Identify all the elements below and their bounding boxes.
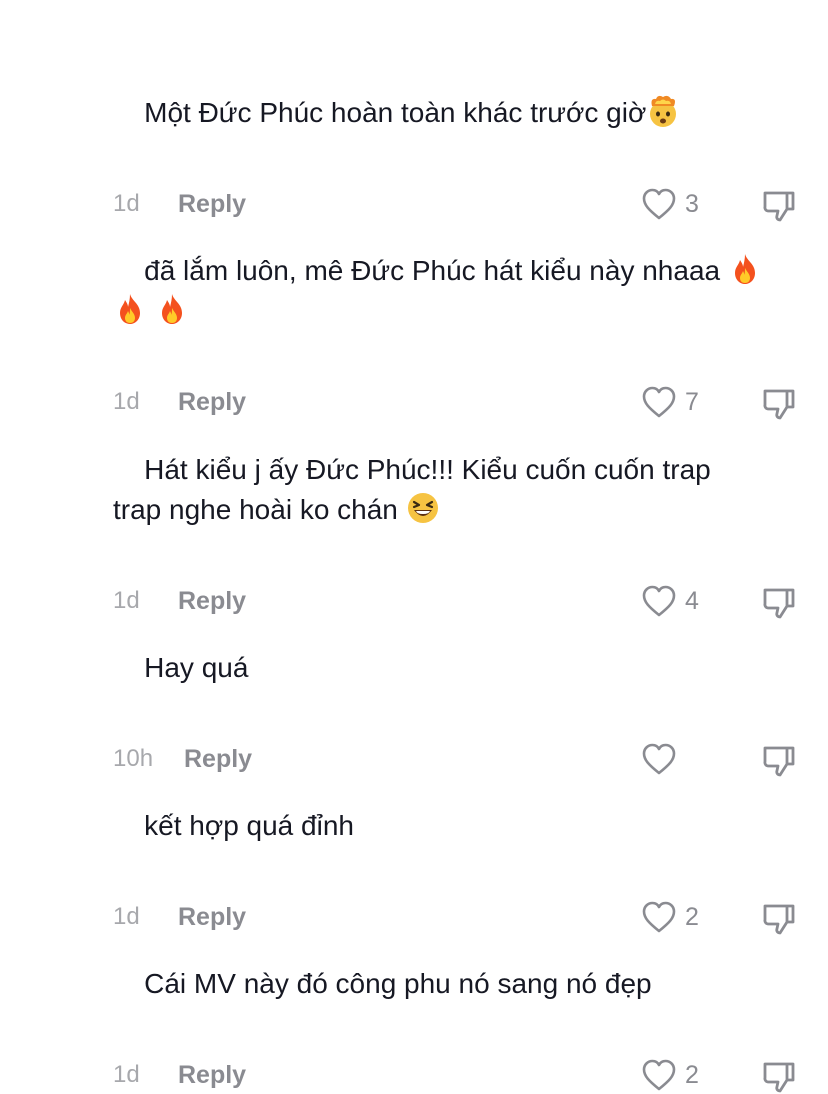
- like-button[interactable]: 2: [641, 1058, 699, 1092]
- comment-text-line1: Hát kiểu j ấy Đức Phúc!!! Kiểu cuốn cuốn…: [144, 454, 711, 485]
- grinning-squinting-face-emoji: [406, 491, 440, 525]
- comment-text: Một Đức Phúc hoàn toàn khác trước giờ: [144, 97, 647, 128]
- comment-item: Hay quá 10h Reply: [113, 608, 813, 777]
- comment-item: đã lắm luôn, mê Đức Phúc hát kiểu này nh…: [113, 211, 813, 420]
- comment-text: đã lắm luôn, mê Đức Phúc hát kiểu này nh…: [144, 255, 721, 286]
- fire-emoji: [728, 252, 762, 286]
- comment-item: Hát kiểu j ấy Đức Phúc!!! Kiểu cuốn cuốn…: [113, 410, 813, 619]
- comment-meta: 1d Reply 2: [113, 1058, 813, 1094]
- heart-icon: [642, 1059, 676, 1091]
- exploding-head-emoji: [646, 94, 680, 128]
- dislike-button[interactable]: [761, 1058, 797, 1094]
- comment-item: Một Đức Phúc hoàn toàn khác trước giờ 1d…: [113, 53, 813, 222]
- thumbs-down-icon: [763, 1062, 795, 1093]
- fire-emoji: [113, 292, 147, 326]
- comment-text: kết hợp quá đỉnh: [144, 810, 354, 841]
- comment-item: Cái MV này đó công phu nó sang nó đẹp 1d…: [113, 924, 813, 1094]
- comment-time: 1d: [113, 1061, 140, 1088]
- comment-item: kết hợp quá đỉnh 1d Reply 2: [113, 766, 813, 935]
- reply-button[interactable]: Reply: [178, 1058, 246, 1092]
- like-count: 2: [685, 1061, 699, 1089]
- comment-text-line2: trap nghe hoài ko chán: [113, 494, 398, 525]
- comment-text: Hay quá: [144, 652, 249, 683]
- comment-text: Cái MV này đó công phu nó sang nó đẹp: [144, 968, 652, 999]
- fire-emoji: [155, 292, 189, 326]
